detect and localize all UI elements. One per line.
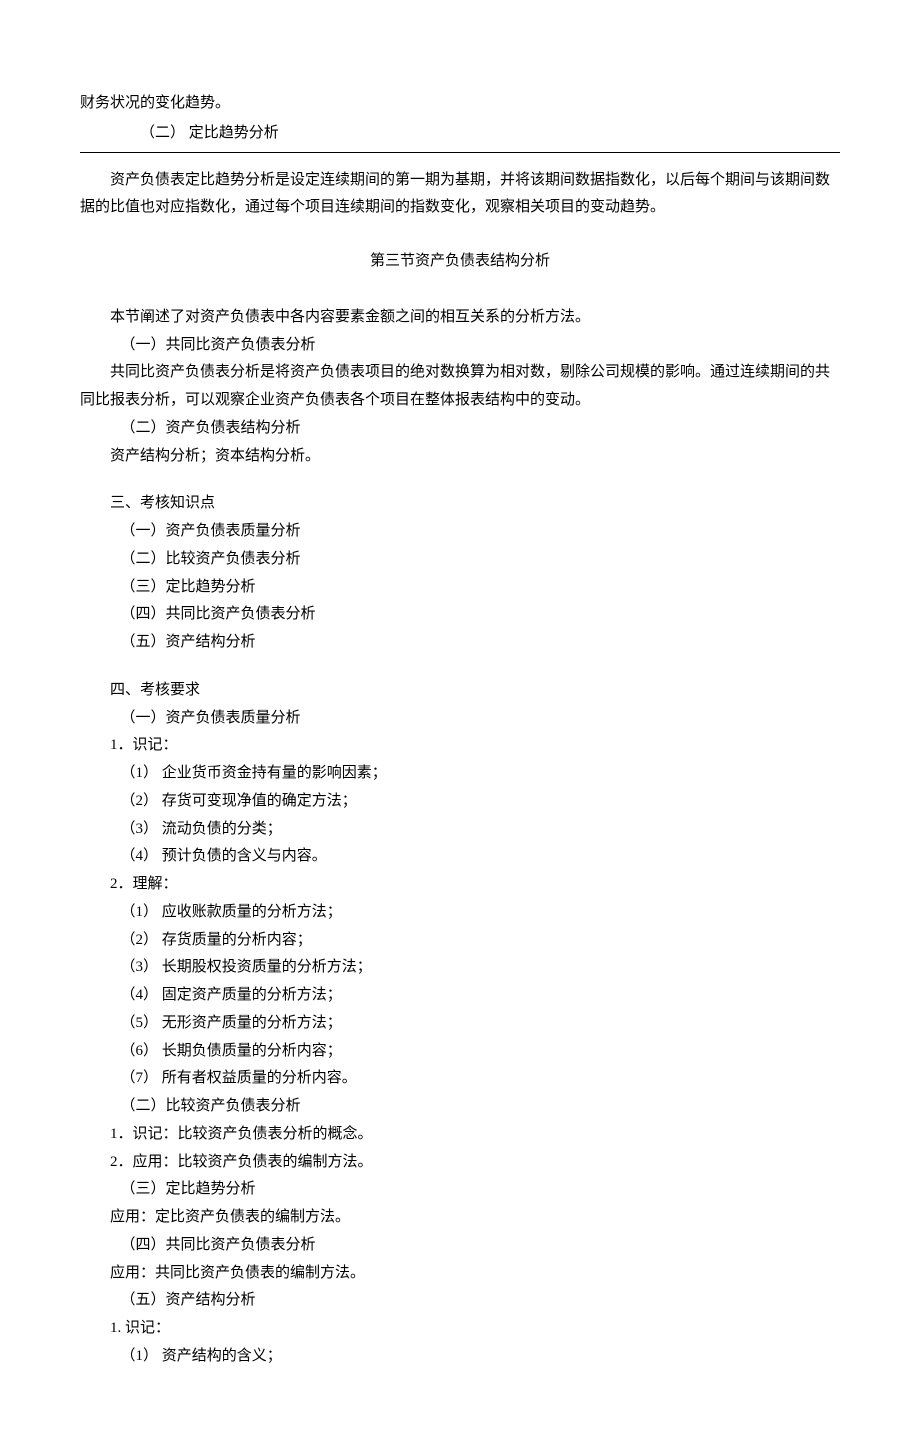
subsection-2-header: （二） 定比趋势分析 bbox=[110, 120, 840, 148]
kaohe-item-1: （一）资产负债表质量分析 bbox=[80, 518, 840, 546]
req-2-yingyong: 2．应用：比较资产负债表的编制方法。 bbox=[80, 1149, 840, 1177]
s3-item2-header: （二）资产负债表结构分析 bbox=[80, 415, 840, 443]
req-1-lijie-2: （2） 存货质量的分析内容； bbox=[80, 927, 840, 955]
kaohe-item-3: （三）定比趋势分析 bbox=[80, 574, 840, 602]
req-1-lijie-1: （1） 应收账款质量的分析方法； bbox=[80, 899, 840, 927]
s3-item2-body: 资产结构分析；资本结构分析。 bbox=[80, 443, 840, 471]
subsection-2-body: 资产负债表定比趋势分析是设定连续期间的第一期为基期，并将该期间数据指数化，以后每… bbox=[80, 167, 840, 223]
req-1-shiji-2: （2） 存货可变现净值的确定方法； bbox=[80, 788, 840, 816]
req-1-lijie-3: （3） 长期股权投资质量的分析方法； bbox=[80, 954, 840, 982]
req-4-header: （四）共同比资产负债表分析 bbox=[80, 1232, 840, 1260]
req-5-shiji-1: （1） 资产结构的含义； bbox=[80, 1343, 840, 1371]
req-1-header: （一）资产负债表质量分析 bbox=[80, 705, 840, 733]
req-1-shiji-label: 1．识记： bbox=[80, 732, 840, 760]
section-3-intro: 本节阐述了对资产负债表中各内容要素金额之间的相互关系的分析方法。 bbox=[80, 304, 840, 332]
req-1-shiji-4: （4） 预计负债的含义与内容。 bbox=[80, 843, 840, 871]
req-1-lijie-label: 2．理解： bbox=[80, 871, 840, 899]
req-4-yingyong: 应用：共同比资产负债表的编制方法。 bbox=[80, 1260, 840, 1288]
kaohe-item-5: （五）资产结构分析 bbox=[80, 629, 840, 657]
continuation-text: 财务状况的变化趋势。 bbox=[80, 90, 840, 118]
kaohe-item-2: （二）比较资产负债表分析 bbox=[80, 546, 840, 574]
section-3-title: 第三节资产负债表结构分析 bbox=[80, 248, 840, 276]
req-1-shiji-3: （3） 流动负债的分类； bbox=[80, 816, 840, 844]
req-3-header: （三）定比趋势分析 bbox=[80, 1176, 840, 1204]
req-1-lijie-7: （7） 所有者权益质量的分析内容。 bbox=[80, 1065, 840, 1093]
req-2-header: （二）比较资产负债表分析 bbox=[80, 1093, 840, 1121]
req-1-shiji-1: （1） 企业货币资金持有量的影响因素； bbox=[80, 760, 840, 788]
kaohe-title: 三、考核知识点 bbox=[80, 490, 840, 518]
req-5-shiji-label: 1. 识记： bbox=[80, 1315, 840, 1343]
req-title: 四、考核要求 bbox=[80, 677, 840, 705]
req-2-shiji: 1．识记：比较资产负债表分析的概念。 bbox=[80, 1121, 840, 1149]
req-5-header: （五）资产结构分析 bbox=[80, 1287, 840, 1315]
horizontal-rule bbox=[80, 152, 840, 153]
req-3-yingyong: 应用：定比资产负债表的编制方法。 bbox=[80, 1204, 840, 1232]
s3-item1-header: （一）共同比资产负债表分析 bbox=[80, 332, 840, 360]
req-1-lijie-5: （5） 无形资产质量的分析方法； bbox=[80, 1010, 840, 1038]
req-1-lijie-6: （6） 长期负债质量的分析内容； bbox=[80, 1038, 840, 1066]
s3-item1-body: 共同比资产负债表分析是将资产负债表项目的绝对数换算为相对数，剔除公司规模的影响。… bbox=[80, 359, 840, 415]
req-1-lijie-4: （4） 固定资产质量的分析方法； bbox=[80, 982, 840, 1010]
kaohe-item-4: （四）共同比资产负债表分析 bbox=[80, 601, 840, 629]
